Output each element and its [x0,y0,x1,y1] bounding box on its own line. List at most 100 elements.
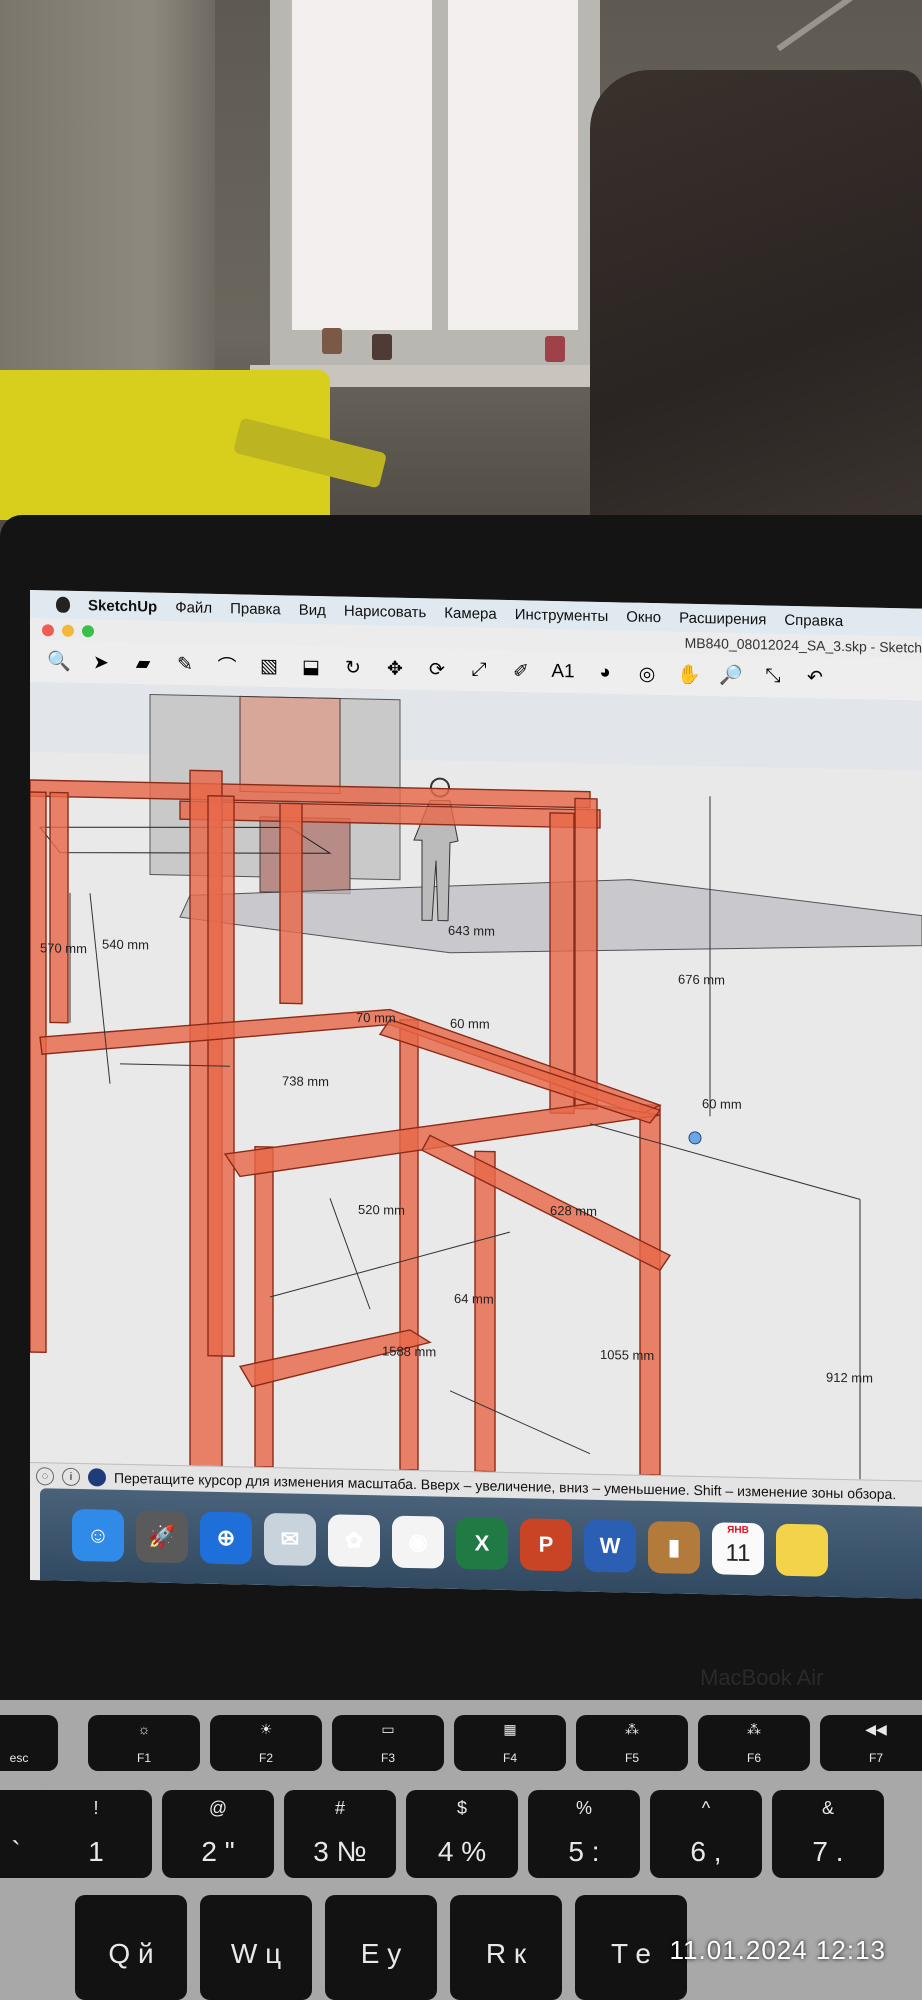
dimension-label: 643 mm [448,923,495,939]
menu-app-name[interactable]: SketchUp [88,597,157,615]
door [0,0,215,380]
excel-icon[interactable]: X [456,1516,508,1571]
function-key[interactable]: ◀◀ F7 [820,1715,922,1771]
jar [372,334,392,360]
contacts-icon[interactable]: ▮ [648,1520,700,1575]
letter-key[interactable]: Q й [75,1895,187,2000]
document-title: MB840_08012024_SA_3.skp - Sketch [684,634,922,656]
zoom-tool-icon[interactable]: 🔎 [716,660,746,691]
chrome-icon[interactable]: ◉ [392,1515,444,1569]
menu-item-draw[interactable]: Нарисовать [344,602,426,621]
number-key[interactable]: & 7 . [772,1790,884,1878]
move-icon[interactable]: ✥ [380,653,410,684]
function-key[interactable]: ☼ F1 [88,1715,200,1771]
menu-item-window[interactable]: Окно [626,608,661,626]
mail-icon[interactable]: ✉ [264,1512,316,1566]
calendar-day: 11 [725,1539,751,1568]
room-window [270,0,600,365]
number-key-shift: $ [456,1798,467,1818]
calendar-month: ЯНВ [727,1524,749,1537]
zoom-icon[interactable]: 🔍 [44,646,74,677]
number-key-label: 6 , [690,1836,722,1867]
number-key[interactable]: @2 " [162,1790,274,1878]
user-account-icon[interactable] [88,1468,106,1487]
safari-icon[interactable]: ⊕ [200,1511,252,1565]
function-key[interactable]: esc [0,1715,58,1771]
close-window-button[interactable] [42,624,54,637]
photos-icon[interactable]: ✿ [328,1514,380,1568]
text-icon[interactable]: A1 [548,657,578,688]
laptop-brand: MacBook Air [700,1665,824,1690]
menu-item-help[interactable]: Справка [784,611,843,629]
menu-item-camera[interactable]: Камера [444,604,496,622]
function-key-icon: ⁂ [747,1721,761,1737]
dock: ☺ 🚀 ⊕ ✉ ✿ ◉ X P W ▮ ЯНВ 11 [40,1488,922,1599]
number-key-shift: & [821,1798,834,1818]
function-key-label: F7 [868,1751,883,1765]
function-key-icon: ⁂ [625,1721,639,1737]
orbit-icon[interactable]: ◎ [632,659,662,690]
word-icon[interactable]: W [584,1519,636,1573]
undo-icon[interactable]: ↶ [800,662,830,693]
dimension-label: 540 mm [102,937,149,953]
letter-key-label: R к [485,1938,527,1969]
geo-location-icon[interactable]: ◌ [36,1467,54,1486]
function-key[interactable]: ⁂ F6 [698,1715,810,1771]
function-key[interactable]: ▭ F3 [332,1715,444,1771]
menu-item-file[interactable]: Файл [175,599,212,617]
model-viewport[interactable]: 570 mm 540 mm 643 mm 676 mm 70 mm 60 mm … [30,682,922,1481]
dimension-label: 912 mm [826,1370,873,1386]
number-key[interactable]: #3 № [284,1790,396,1878]
menu-item-view[interactable]: Вид [299,601,326,619]
letter-key-label: E у [360,1938,402,1969]
notes-icon[interactable] [776,1523,828,1577]
number-key[interactable]: $4 % [406,1790,518,1878]
push-pull-icon[interactable]: ⬓ [296,652,326,683]
launchpad-icon[interactable]: 🚀 [136,1510,188,1564]
credits-icon[interactable]: i [62,1467,80,1487]
select-arrow-icon[interactable]: ➤ [86,647,116,678]
letter-key[interactable]: W ц [200,1895,312,2000]
minimize-window-button[interactable] [62,624,74,637]
follow-me-icon[interactable]: ↻ [338,652,368,683]
eraser-icon[interactable]: ▰ [128,648,158,679]
function-key-icon: ☼ [137,1721,151,1737]
dimension-label: 738 mm [282,1073,329,1089]
paint-bucket-icon[interactable]: ◕ [590,658,620,689]
laptop-screen: SketchUp Файл Правка Вид Нарисовать Каме… [30,590,922,1599]
letter-key[interactable]: R к [450,1895,562,2000]
letter-key[interactable]: E у [325,1895,437,2000]
apple-icon[interactable] [56,596,70,613]
coat [590,70,922,530]
function-key-label: esc [9,1751,29,1765]
finder-icon[interactable]: ☺ [72,1508,124,1562]
pencil-icon[interactable]: ✎ [170,649,200,680]
menu-item-edit[interactable]: Правка [230,600,281,618]
dimension-label: 520 mm [358,1202,405,1218]
calendar-icon[interactable]: ЯНВ 11 [712,1522,764,1576]
scale-icon[interactable]: ⤢ [464,655,494,686]
photo-timestamp: 11.01.2024 12:13 [669,1935,886,1965]
zoom-window-button[interactable] [82,625,94,638]
dimension-label: 1588 mm [382,1343,436,1359]
number-key-label: 7 . [812,1836,844,1867]
dimension-label: 676 mm [678,972,725,988]
menu-item-tools[interactable]: Инструменты [515,606,609,625]
letter-key-label: W ц [230,1938,282,1969]
function-key[interactable]: ⁂ F5 [576,1715,688,1771]
function-key[interactable]: ☀ F2 [210,1715,322,1771]
rectangle-icon[interactable]: ▧ [254,651,284,682]
powerpoint-icon[interactable]: P [520,1518,572,1572]
model-canvas: 570 mm 540 mm 643 mm 676 mm 70 mm 60 mm … [30,682,922,1480]
number-key-shift: @ [208,1798,228,1818]
menu-item-extensions[interactable]: Расширения [679,609,766,628]
number-key[interactable]: % 5 : [528,1790,640,1878]
pan-icon[interactable]: ✋ [674,659,704,690]
arc-icon[interactable]: ⌒ [212,650,242,681]
zoom-extents-icon[interactable]: ⤡ [758,661,788,692]
rotate-icon[interactable]: ⟳ [422,654,452,685]
number-key[interactable]: ^ 6 , [650,1790,762,1878]
function-key[interactable]: ▦ F4 [454,1715,566,1771]
number-key[interactable]: ! 1 [40,1790,152,1878]
tape-measure-icon[interactable]: ✐ [506,656,536,687]
